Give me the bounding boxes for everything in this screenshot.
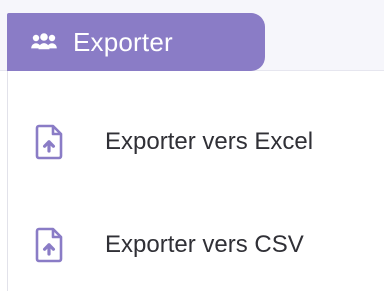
export-panel: Exporter Exporter vers Excel Exporter ve… xyxy=(0,0,384,291)
file-upload-icon xyxy=(33,123,65,161)
tab-export-label: Exporter xyxy=(73,27,173,57)
file-upload-icon xyxy=(33,226,65,264)
tab-export[interactable]: Exporter xyxy=(7,13,265,71)
export-excel-item[interactable]: Exporter vers Excel xyxy=(33,117,373,167)
left-divider xyxy=(7,71,8,291)
group-users-icon xyxy=(29,31,59,53)
export-csv-item[interactable]: Exporter vers CSV xyxy=(33,220,373,270)
export-csv-label: Exporter vers CSV xyxy=(105,231,304,258)
export-excel-label: Exporter vers Excel xyxy=(105,128,314,155)
